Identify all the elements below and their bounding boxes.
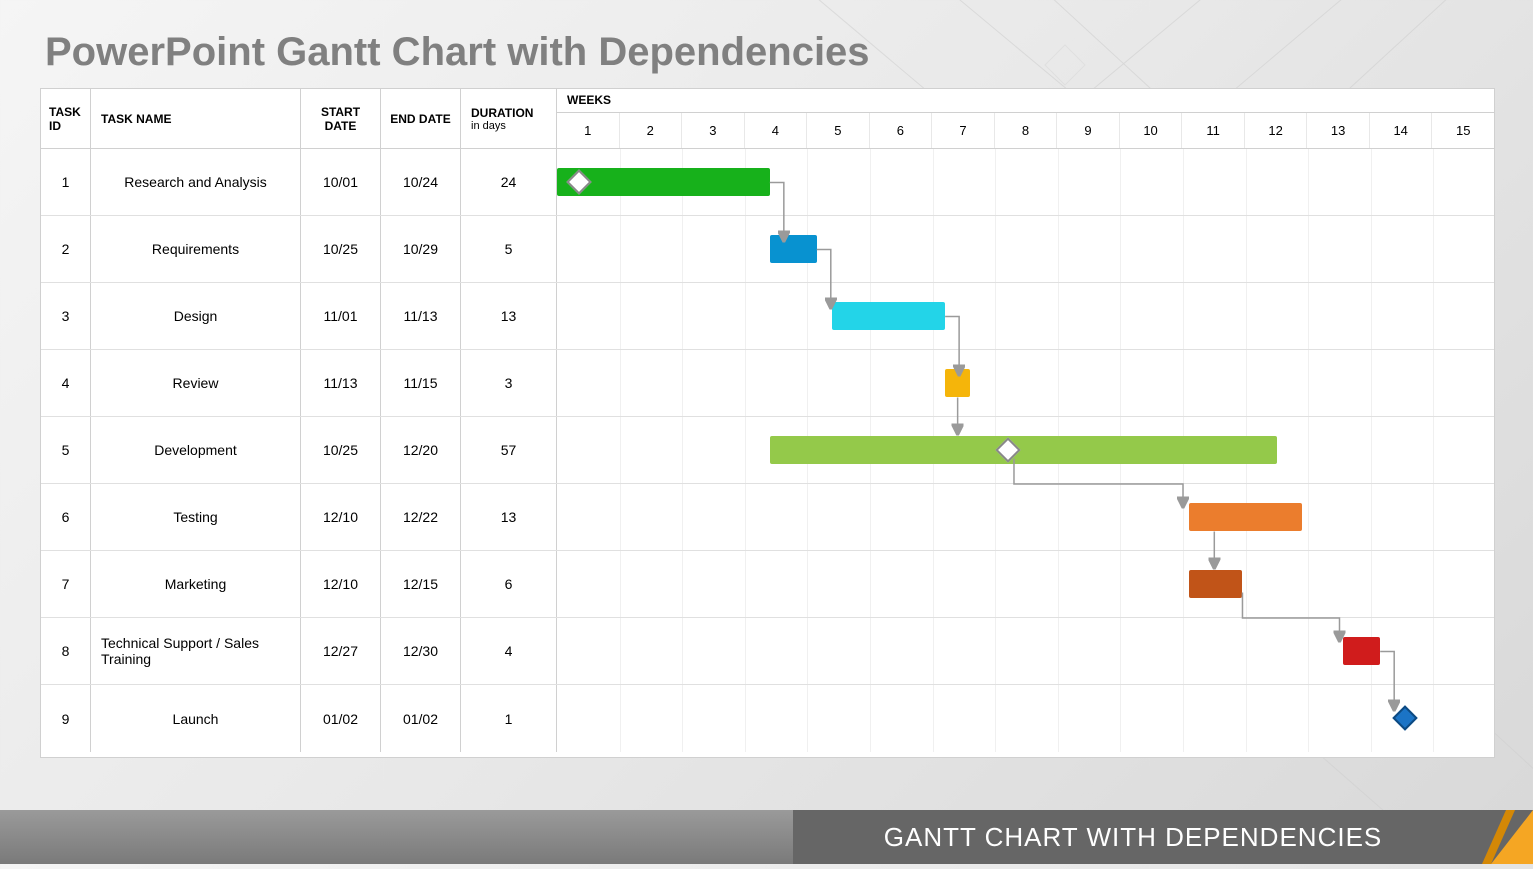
footer-bar: GANTT CHART WITH DEPENDENCIES <box>0 810 1533 864</box>
header-weeks: WEEKS 123456789101112131415 <box>557 89 1494 148</box>
cell-name: Marketing <box>91 551 301 617</box>
dependency-lines <box>557 149 1496 759</box>
dependency-arrow <box>1014 459 1183 505</box>
week-label: 3 <box>682 113 745 148</box>
cell-duration: 4 <box>461 618 557 684</box>
week-label: 12 <box>1245 113 1308 148</box>
cell-name: Review <box>91 350 301 416</box>
cell-name: Launch <box>91 685 301 752</box>
cell-end: 12/15 <box>381 551 461 617</box>
cell-name: Development <box>91 417 301 483</box>
cell-id: 4 <box>41 350 91 416</box>
cell-name: Design <box>91 283 301 349</box>
cell-start: 12/10 <box>301 484 381 550</box>
cell-id: 5 <box>41 417 91 483</box>
header-duration: DURATIONin days <box>461 89 557 148</box>
cell-end: 10/29 <box>381 216 461 282</box>
cell-id: 8 <box>41 618 91 684</box>
cell-name: Technical Support / Sales Training <box>91 618 301 684</box>
cell-start: 10/25 <box>301 216 381 282</box>
week-label: 1 <box>557 113 620 148</box>
cell-start: 12/10 <box>301 551 381 617</box>
cell-start: 01/02 <box>301 685 381 752</box>
cell-duration: 57 <box>461 417 557 483</box>
cell-end: 12/20 <box>381 417 461 483</box>
dependency-arrow <box>817 250 831 306</box>
week-label: 13 <box>1307 113 1370 148</box>
week-label: 5 <box>807 113 870 148</box>
cell-duration: 13 <box>461 484 557 550</box>
dependency-arrow <box>1242 593 1339 639</box>
cell-id: 6 <box>41 484 91 550</box>
table-header: TASK ID TASK NAME START DATE END DATE DU… <box>41 89 1494 149</box>
cell-start: 10/25 <box>301 417 381 483</box>
cell-end: 10/24 <box>381 149 461 215</box>
week-label: 4 <box>745 113 808 148</box>
cell-id: 3 <box>41 283 91 349</box>
header-task-name: TASK NAME <box>91 89 301 148</box>
week-label: 14 <box>1370 113 1433 148</box>
header-end-date: END DATE <box>381 89 461 148</box>
cell-duration: 3 <box>461 350 557 416</box>
cell-end: 11/15 <box>381 350 461 416</box>
header-task-id: TASK ID <box>41 89 91 148</box>
cell-id: 1 <box>41 149 91 215</box>
week-label: 6 <box>870 113 933 148</box>
page-title: PowerPoint Gantt Chart with Dependencies <box>45 30 870 75</box>
cell-start: 12/27 <box>301 618 381 684</box>
cell-end: 12/30 <box>381 618 461 684</box>
cell-duration: 24 <box>461 149 557 215</box>
dependency-arrow <box>770 183 784 239</box>
cell-start: 10/01 <box>301 149 381 215</box>
dependency-arrow <box>1380 652 1394 708</box>
dependency-arrow <box>945 317 959 373</box>
cell-duration: 5 <box>461 216 557 282</box>
week-label: 11 <box>1182 113 1245 148</box>
cell-start: 11/13 <box>301 350 381 416</box>
cell-end: 11/13 <box>381 283 461 349</box>
cell-name: Testing <box>91 484 301 550</box>
week-label: 7 <box>932 113 995 148</box>
cell-start: 11/01 <box>301 283 381 349</box>
cell-duration: 1 <box>461 685 557 752</box>
cell-duration: 6 <box>461 551 557 617</box>
week-label: 2 <box>620 113 683 148</box>
gantt-chart: TASK ID TASK NAME START DATE END DATE DU… <box>40 88 1495 758</box>
week-label: 10 <box>1120 113 1183 148</box>
week-label: 9 <box>1057 113 1120 148</box>
cell-name: Requirements <box>91 216 301 282</box>
header-start-date: START DATE <box>301 89 381 148</box>
cell-end: 01/02 <box>381 685 461 752</box>
cell-id: 9 <box>41 685 91 752</box>
footer-title: GANTT CHART WITH DEPENDENCIES <box>793 810 1473 864</box>
week-label: 15 <box>1432 113 1494 148</box>
week-label: 8 <box>995 113 1058 148</box>
cell-id: 2 <box>41 216 91 282</box>
cell-id: 7 <box>41 551 91 617</box>
cell-name: Research and Analysis <box>91 149 301 215</box>
cell-end: 12/22 <box>381 484 461 550</box>
cell-duration: 13 <box>461 283 557 349</box>
